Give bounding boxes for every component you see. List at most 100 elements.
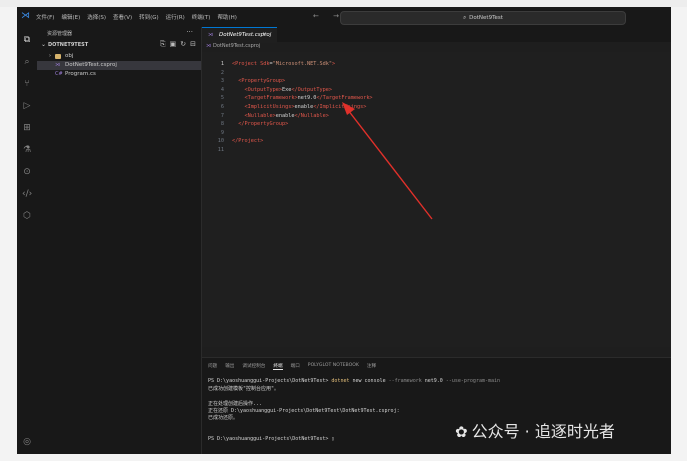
terminal-line: 正在还原 D:\yaoshuanggui-Projects\DotNet9Tes… [208,407,400,414]
run-debug-icon[interactable]: ▷ [22,101,32,111]
code-token: "Microsoft.NET.Sdk" [272,61,332,67]
menu-edit[interactable]: 编辑(E) [61,13,80,21]
line-number: 11 [217,147,224,153]
terminal-text: dotnet [331,378,350,384]
menu-selection[interactable]: 选择(S) [87,13,106,21]
menu-run[interactable]: 运行(R) [166,13,185,21]
tree-item-label: obj [65,53,74,59]
code-token: </OutputType> [291,86,332,93]
code-line[interactable]: 11 [202,147,671,156]
code-token: </Nullable> [294,112,329,119]
menu-file[interactable]: 文件(F) [36,13,54,21]
code-token: </PropertyGroup> [238,121,289,128]
folder-icon [55,54,61,61]
terminal-text: 已成功还原。 [208,415,239,421]
code-token: <Project [232,61,261,67]
code-icon[interactable]: ‹/› [22,189,32,199]
account-icon[interactable]: ◎ [22,437,32,447]
panel-tab[interactable]: 输出 [225,363,234,370]
code-token: > [331,61,336,67]
panel-tab[interactable]: POLYGLOT NOTEBOOK [308,363,359,370]
panel-tab[interactable]: 调试控制台 [242,363,265,370]
panel-tab[interactable]: 问题 [208,363,217,370]
terminal-text: net9.0 [421,378,446,384]
code-line[interactable]: 9 [202,130,671,139]
code-token: <TargetFramework> [244,95,298,102]
code-text: </Project> [232,138,263,144]
tree-item-csproj[interactable]: ⋊ DotNet9Test.csproj [37,61,201,70]
command-center[interactable]: ⌕ DotNet9Test [340,11,626,25]
source-control-icon[interactable]: ⑂ [22,79,32,89]
code-line[interactable]: 7 <Nullable>enable</Nullable> [202,113,671,122]
breadcrumb-label: DotNet9Test.csproj [213,43,261,49]
search-icon[interactable]: ⌕ [22,57,32,67]
terminal-line: 正在处理创建后操作... [208,400,262,407]
code-line[interactable]: 6 <ImplicitUsings>enable</ImplicitUsings… [202,104,671,113]
panel-tab[interactable]: 注释 [367,363,376,370]
code-line[interactable]: 1 <Project Sdk="Microsoft.NET.Sdk"> [202,61,671,70]
panel-tab[interactable]: 端口 [291,363,300,370]
panel-tab[interactable]: 终端 [273,363,283,370]
code-line[interactable]: 3 <PropertyGroup> [202,78,671,87]
csharp-file-icon: C# [55,71,63,77]
code-editor[interactable]: 1 <Project Sdk="Microsoft.NET.Sdk"> 2 3 <Pr… [202,52,671,347]
code-line[interactable]: 8 </PropertyGroup> [202,121,671,130]
menu-go[interactable]: 转到(G) [139,13,159,21]
tree-item-program[interactable]: C# Program.cs [37,70,201,79]
code-line[interactable]: 4 <OutputType>Exe</OutputType> [202,87,671,96]
collapse-all-icon[interactable]: ⊟ [190,40,196,49]
code-text: <ImplicitUsings>enable</ImplicitUsings> [232,104,367,110]
csproj-file-icon: ⋊ [206,43,211,49]
code-token: </TargetFramework> [316,95,373,102]
menu-help[interactable]: 帮助(H) [217,13,236,21]
csproj-file-icon: ⋊ [208,32,213,38]
refresh-icon[interactable]: ↻ [180,40,186,49]
docker-icon[interactable]: ⬡ [22,211,32,221]
close-icon[interactable]: × [262,31,267,38]
code-token: <PropertyGroup> [238,78,286,85]
code-token: <ImplicitUsings> [244,104,295,110]
code-token: enable [275,112,295,119]
tree-item-obj[interactable]: › obj [37,52,201,61]
terminal-line: PS D:\yaoshuanggui-Projects\DotNet9Test>… [208,378,500,384]
command-center-label: DotNet9Test [469,15,503,21]
remote-icon[interactable]: ⊙ [22,167,32,177]
new-folder-icon[interactable]: ▣ [170,40,177,49]
breadcrumb[interactable]: ⋊ DotNet9Test.csproj [202,43,260,51]
line-number: 2 [220,69,224,76]
workspace-section[interactable]: ⌄ DOTNET9TEST ⎘ ▣ ↻ ⊟ [37,40,201,50]
explorer-icon[interactable]: ⧉ [22,35,32,45]
terminal-text: 已成功创建模板"控制台应用"。 [208,386,280,393]
code-line[interactable]: 2 [202,70,671,79]
line-number: 1 [220,61,224,67]
code-line[interactable]: 10 </Project> [202,138,671,147]
code-token: </Project> [232,138,264,145]
code-token: </ImplicitUsings> [313,104,367,110]
extensions-icon[interactable]: ⊞ [22,123,32,133]
section-actions: ⎘ ▣ ↻ ⊟ [160,40,196,49]
search-icon: ⌕ [463,15,467,21]
new-file-icon[interactable]: ⎘ [160,40,166,49]
terminal-line: PS D:\yaoshuanggui-Projects\DotNet9Test>… [208,436,334,442]
tree-item-label: DotNet9Test.csproj [65,62,117,68]
watermark-text: 公众号 · 追逐时光者 [471,422,615,441]
line-number: 5 [220,95,224,102]
menu-view[interactable]: 查看(V) [113,13,132,21]
line-number: 10 [217,138,224,145]
tab-csproj[interactable]: ⋊ DotNet9Test.csproj × [202,27,277,43]
line-number: 8 [220,121,224,128]
activity-bar: ⧉ ⌕ ⑂ ▷ ⊞ ⚗ ⊙ ‹/› ⬡ ◎ [17,27,37,454]
testing-icon[interactable]: ⚗ [22,145,32,155]
code-text: <TargetFramework>net9.0</TargetFramework… [232,95,373,101]
terminal-text: PS D:\yaoshuanggui-Projects\DotNet9Test>… [208,435,335,442]
code-token: Exe [281,86,292,93]
more-actions-icon[interactable]: ··· [186,28,193,36]
code-token: <OutputType> [244,86,282,93]
menu-terminal[interactable]: 终端(T) [192,13,211,21]
code-token: net9.0 [297,95,317,102]
code-line[interactable]: 5 <TargetFramework>net9.0</TargetFramewo… [202,95,671,104]
line-number: 9 [220,129,224,136]
